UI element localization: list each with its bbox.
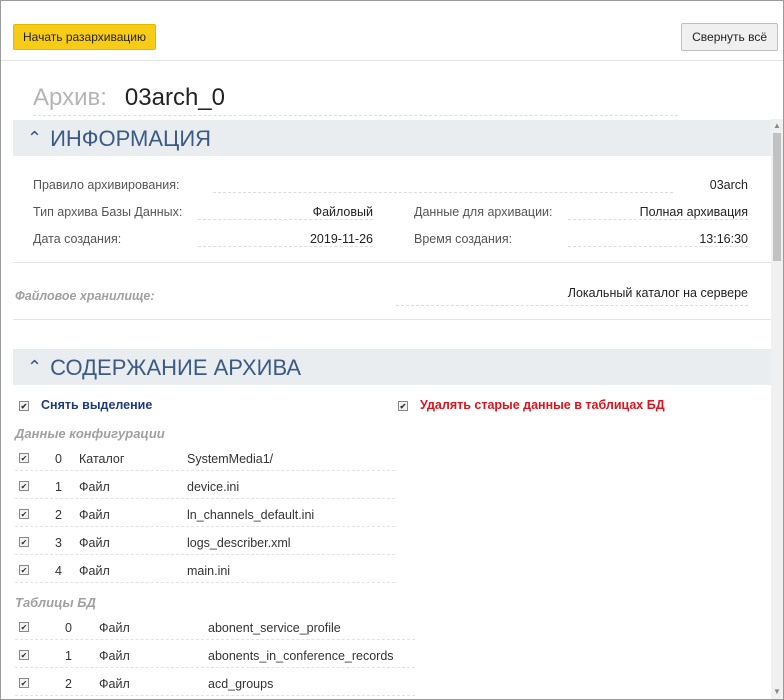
- dotted-leader: [198, 246, 373, 247]
- db-type-value: Файловый: [312, 205, 373, 219]
- list-item: ✔ 0 Файл abonent_service_profile: [15, 618, 415, 640]
- rule-label: Правило архивирования:: [33, 178, 180, 192]
- list-item: ✔ 4 Файл main.ini: [15, 561, 395, 583]
- archive-title: Архив: 03arch_0: [33, 84, 678, 116]
- checkbox-checked-icon[interactable]: ✔: [398, 400, 408, 411]
- content-area: Архив: 03arch_0 ⌃ ИНФОРМАЦИЯ Правило архив…: [1, 62, 771, 699]
- list-item: ✔ 2 Файл ln_channels_default.ini: [15, 505, 395, 527]
- section-title-content: СОДЕРЖАНИЕ АРХИВА: [50, 355, 302, 380]
- date-label: Дата создания:: [33, 232, 122, 246]
- dotted-leader: [396, 305, 748, 306]
- chevron-up-icon: ⌃: [27, 128, 43, 148]
- checkbox-checked-icon[interactable]: ✔: [19, 400, 29, 411]
- info-row-date: Дата создания: 2019-11-26 Время создания…: [33, 232, 748, 252]
- info-row-rule: Правило архивирования: 03arch: [33, 178, 748, 198]
- checkbox-checked-icon[interactable]: ✔: [19, 650, 29, 660]
- dotted-leader: [568, 246, 748, 247]
- date-value: 2019-11-26: [309, 232, 373, 246]
- deselect-toggle[interactable]: ✔ Снять выделение: [19, 398, 152, 412]
- archive-name: 03arch_0: [124, 84, 225, 111]
- checkbox-checked-icon[interactable]: ✔: [19, 481, 29, 491]
- archive-window: Начать разархивацию Свернуть всё Архив: 0…: [0, 0, 784, 700]
- rule-value: 03arch: [709, 178, 748, 192]
- scroll-down-icon[interactable]: ▼: [771, 685, 783, 699]
- start-unarchive-button[interactable]: Начать разархивацию: [13, 24, 156, 50]
- section-header-content[interactable]: ⌃ СОДЕРЖАНИЕ АРХИВА: [13, 349, 771, 385]
- data-label: Данные для архивации:: [414, 205, 553, 219]
- chevron-up-icon: ⌃: [27, 357, 43, 377]
- archive-label: Архив:: [33, 84, 107, 111]
- storage-value: Локальный каталог на сервере: [567, 286, 748, 300]
- list-item: ✔ 0 Каталог SystemMedia1/: [15, 449, 395, 471]
- checkbox-checked-icon[interactable]: ✔: [19, 565, 29, 575]
- list-item: ✔ 1 Файл abonents_in_conference_records: [15, 646, 415, 668]
- group-title-db: Таблицы БД: [15, 595, 96, 610]
- scroll-up-icon[interactable]: ▲: [771, 119, 783, 133]
- dotted-leader: [568, 219, 748, 220]
- checkbox-checked-icon[interactable]: ✔: [19, 453, 29, 463]
- section-header-info[interactable]: ⌃ ИНФОРМАЦИЯ: [13, 120, 771, 156]
- checkbox-checked-icon[interactable]: ✔: [19, 537, 29, 547]
- info-row-type: Тип архива Базы Данных: Файловый Данные …: [33, 205, 748, 225]
- toolbar: Начать разархивацию Свернуть всё: [1, 1, 783, 61]
- group-title-config: Данные конфигурации: [15, 426, 165, 441]
- list-item: ✔ 2 Файл acd_groups: [15, 674, 415, 696]
- checkbox-checked-icon[interactable]: ✔: [19, 509, 29, 519]
- deselect-label: Снять выделение: [41, 398, 153, 412]
- checkbox-checked-icon[interactable]: ✔: [19, 622, 29, 632]
- section-title-info: ИНФОРМАЦИЯ: [50, 126, 212, 151]
- vertical-scrollbar[interactable]: ▲ ▼: [771, 119, 783, 699]
- divider: [13, 262, 771, 263]
- delete-old-label: Удалять старые данные в таблицах БД: [420, 398, 665, 412]
- dotted-leader: [198, 219, 373, 220]
- time-label: Время создания:: [414, 232, 513, 246]
- time-value: 13:16:30: [699, 232, 748, 246]
- storage-label: Файловое хранилище:: [15, 289, 155, 303]
- scroll-thumb[interactable]: [773, 133, 781, 261]
- list-item: ✔ 1 Файл device.ini: [15, 477, 395, 499]
- collapse-all-button[interactable]: Свернуть всё: [681, 23, 778, 51]
- delete-old-toggle[interactable]: ✔ Удалять старые данные в таблицах БД: [398, 398, 665, 412]
- list-item: ✔ 3 Файл logs_describer.xml: [15, 533, 395, 555]
- divider: [13, 319, 771, 320]
- db-type-label: Тип архива Базы Данных:: [33, 205, 183, 219]
- checkbox-checked-icon[interactable]: ✔: [19, 678, 29, 688]
- data-value: Полная архивация: [639, 205, 748, 219]
- dotted-leader: [213, 192, 673, 193]
